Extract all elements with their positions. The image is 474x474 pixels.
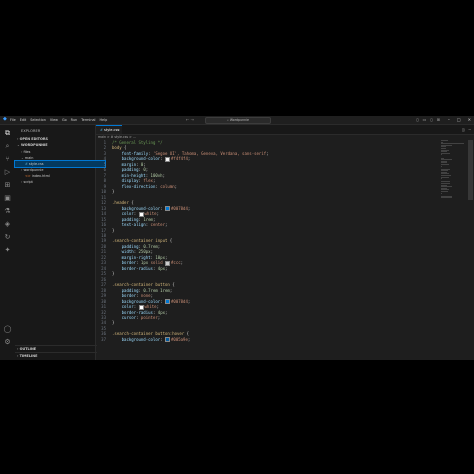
tree-item-label: index.html	[31, 174, 50, 178]
editor-tab-bar: # style.css × ◫ ⋯	[96, 125, 474, 135]
activity-bar: ⧉ ⌕ ⑂ ▷ ⊞ ▣ ⚗ ◈ ↻ ✦ ◯ ⚙	[0, 125, 16, 360]
vscode-window: ◆ File Edit Selection View Go Run Termin…	[0, 116, 474, 360]
toggle-secondary-sidebar-icon[interactable]: ▯	[430, 117, 432, 122]
code-editor[interactable]: 1/* General Styling */2 body {3 font-fami…	[96, 140, 441, 360]
line-number: 37	[101, 336, 106, 342]
breadcrumb[interactable]: main > # style.css > ...	[98, 135, 136, 139]
menu-view[interactable]: View	[50, 118, 58, 122]
source-control-icon[interactable]: ⑂	[3, 155, 12, 164]
close-icon[interactable]: ×	[117, 126, 120, 135]
minimize-icon[interactable]: –	[448, 117, 450, 122]
vscode-logo-icon: ◆	[3, 116, 7, 122]
tree-item-label: wordpunnie	[23, 168, 44, 172]
menu-edit[interactable]: Edit	[20, 118, 27, 122]
tree-item-label: script	[23, 180, 33, 184]
command-center-search[interactable]: ⌕ Wordpunnie	[205, 117, 271, 124]
menu-terminal[interactable]: Terminal	[81, 118, 95, 122]
editor-actions: ◫ ⋯	[462, 127, 471, 132]
minimap-line	[441, 176, 450, 178]
toggle-panel-icon[interactable]: ▭	[423, 117, 427, 122]
open-editors-label: OPEN EDITORS	[19, 137, 48, 141]
settings-icon[interactable]: ⚙	[3, 338, 12, 347]
minimap-line	[441, 191, 448, 192]
docker-icon[interactable]: ◈	[3, 220, 12, 229]
minimap-line	[441, 152, 451, 154]
remote-icon[interactable]: ▣	[3, 194, 12, 203]
html-file-icon: <>	[25, 174, 32, 178]
timeline-label: TIMELINE	[19, 354, 38, 358]
menu-help[interactable]: Help	[100, 118, 108, 122]
line-text: background-color: #005a9e;	[112, 336, 191, 343]
minimap[interactable]	[441, 140, 465, 199]
menu-run[interactable]: Run	[71, 118, 78, 122]
layout-controls: ▯ ▭ ▯ ⊞	[416, 117, 440, 122]
menu-file[interactable]: File	[10, 118, 16, 122]
timeline-section[interactable]: › TIMELINE	[15, 352, 97, 359]
menu-selection[interactable]: Selection	[30, 118, 46, 122]
search-icon[interactable]: ⌕	[3, 142, 12, 151]
split-editor-icon[interactable]: ◫	[462, 127, 464, 132]
live-share-icon[interactable]: ↻	[3, 233, 12, 242]
project-label: WORDPUNNIE	[21, 143, 48, 147]
outline-section[interactable]: › OUTLINE	[15, 345, 97, 352]
tree-item-label: style.css	[28, 162, 44, 166]
extensions-icon[interactable]: ⊞	[3, 181, 12, 190]
window-controls: – □ ✕	[448, 117, 471, 122]
minimap-line	[441, 197, 452, 199]
copilot-icon[interactable]: ✦	[3, 246, 12, 255]
maximize-icon[interactable]: □	[457, 117, 461, 122]
testing-icon[interactable]: ⚗	[3, 207, 12, 216]
project-section[interactable]: ⌄ WORDPUNNIE	[15, 142, 97, 148]
tab-style-css[interactable]: # style.css ×	[96, 125, 122, 134]
run-debug-icon[interactable]: ▷	[3, 168, 12, 177]
command-center-label: Wordpunnie	[229, 118, 249, 122]
outline-label: OUTLINE	[19, 347, 37, 351]
tree-item-label: files	[23, 150, 31, 154]
tree-item-script[interactable]: › script	[15, 179, 101, 185]
accounts-icon[interactable]: ◯	[3, 325, 12, 334]
close-icon[interactable]: ✕	[468, 117, 471, 122]
color-swatch[interactable]	[165, 337, 170, 343]
menu-go[interactable]: Go	[62, 118, 67, 122]
more-actions-icon[interactable]: ⋯	[469, 127, 471, 132]
nav-back-forward[interactable]: ← →	[186, 117, 194, 122]
title-bar: ◆ File Edit Selection View Go Run Termin…	[0, 116, 474, 125]
files-icon[interactable]: ⧉	[3, 129, 12, 138]
editor-scrollbar[interactable]	[468, 140, 473, 200]
explorer-sidebar: EXPLORER › OPEN EDITORS ⌄ WORDPUNNIE › f…	[14, 125, 106, 360]
tree-item-label: main	[24, 156, 34, 160]
minimap-line	[441, 163, 450, 165]
code-line[interactable]: 37 background-color: #005a9e;	[96, 336, 441, 343]
menu-bar: File Edit Selection View Go Run Terminal…	[10, 118, 107, 122]
explorer-title: EXPLORER	[21, 129, 41, 133]
toggle-sidebar-icon[interactable]: ▯	[416, 117, 418, 122]
customize-layout-icon[interactable]: ⊞	[437, 117, 440, 122]
